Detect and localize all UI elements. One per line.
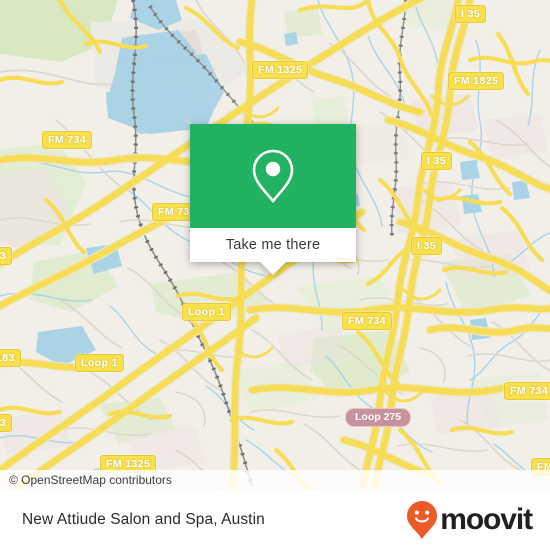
road-shield-label: I 35	[411, 237, 443, 255]
map-canvas[interactable]: .wtr { fill:#aad3e5; } .park { fill:#d3e…	[0, 0, 550, 490]
road-shield-label: 3	[0, 247, 13, 265]
moovit-smiley-pin-icon	[407, 501, 438, 539]
take-me-there-button[interactable]: Take me there	[190, 228, 356, 262]
popup-tail	[260, 262, 286, 275]
road-shield-label: FM 1325	[252, 61, 309, 79]
take-me-there-label: Take me there	[225, 237, 321, 253]
road-shield-label: FM 734	[42, 131, 92, 149]
place-title: New Attiude Salon and Spa, Austin	[22, 511, 265, 528]
bottom-bar: New Attiude Salon and Spa, Austin moovit	[0, 490, 550, 550]
road-shield-label: FM 734	[342, 312, 392, 330]
road-shield-label: 183	[0, 349, 21, 367]
map-pin-icon	[252, 149, 294, 204]
moovit-logo[interactable]: moovit	[406, 500, 533, 540]
location-popup-card[interactable]: Take me there	[190, 124, 356, 275]
road-shield-label: I 35	[455, 5, 487, 23]
moovit-wordmark: moovit	[440, 503, 533, 536]
popup-image-placeholder	[190, 124, 356, 228]
road-shield-label: FM 1825	[448, 72, 505, 90]
road-shield-label: FM 734	[504, 382, 550, 400]
road-shield-label: Loop 275	[345, 408, 412, 427]
road-shield-label: Loop 1	[182, 303, 231, 321]
road-shield-label: 3	[0, 414, 13, 432]
road-shield-label: Loop 1	[75, 354, 124, 372]
road-shield-label: I 35	[421, 152, 453, 170]
osm-attribution[interactable]: © OpenStreetMap contributors	[0, 470, 550, 490]
